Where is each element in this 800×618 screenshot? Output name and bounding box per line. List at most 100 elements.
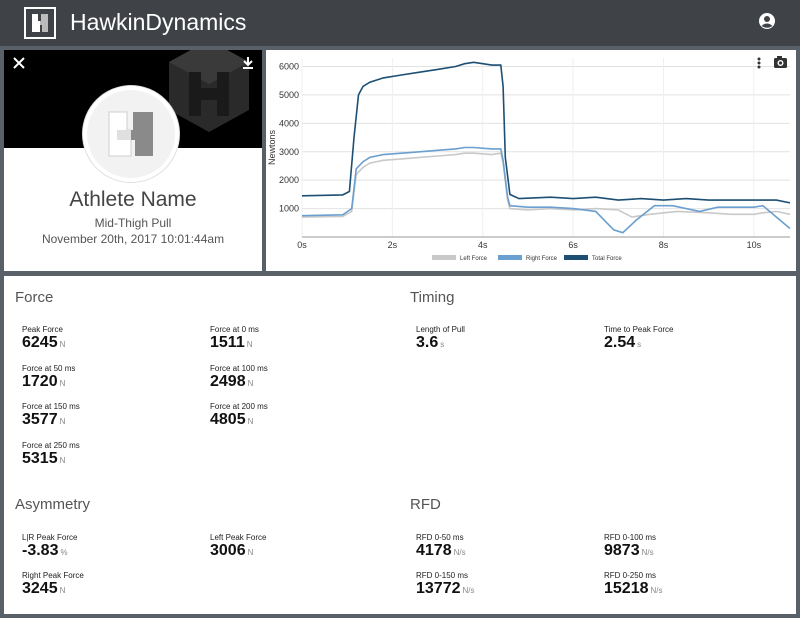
metric-label: Right Peak Force xyxy=(22,571,84,580)
metric-value: 5315 xyxy=(22,450,58,467)
y-tick-label: 4000 xyxy=(279,118,299,128)
metric-label: Force at 150 ms xyxy=(22,402,80,411)
metric-label: Force at 0 ms xyxy=(210,325,259,334)
metric-unit: N xyxy=(247,417,254,426)
metric-value: -3.83 xyxy=(22,542,59,559)
metric-unit: N/s xyxy=(462,586,475,595)
metric-label: L|R Peak Force xyxy=(22,533,78,542)
metric-rfd-0-50: RFD 0-50 ms 4178 N/s xyxy=(416,533,466,560)
y-tick-label: 2000 xyxy=(279,175,299,185)
metric-force-250ms: Force at 250 ms 5315 N xyxy=(22,441,80,468)
legend-swatch xyxy=(432,255,456,260)
metric-label: Force at 100 ms xyxy=(210,364,268,373)
metric-label: Left Peak Force xyxy=(210,533,267,542)
rfd-section-title: RFD xyxy=(410,496,441,513)
metric-length-of-pull: Length of Pull 3.6 s xyxy=(416,325,465,352)
metric-value: 9873 xyxy=(604,542,640,559)
x-tick-label: 8s xyxy=(659,240,669,250)
metric-value: 1511 xyxy=(210,334,245,351)
app-header: HawkinDynamics xyxy=(0,0,800,46)
x-tick-label: 2s xyxy=(388,240,398,250)
metric-rfd-0-150: RFD 0-150 ms 13772 N/s xyxy=(416,571,475,598)
metric-label: RFD 0-250 ms xyxy=(604,571,657,580)
x-tick-label: 4s xyxy=(478,240,488,250)
x-tick-label: 10s xyxy=(747,240,762,250)
metric-left-peak-force: Left Peak Force 3006 N xyxy=(210,533,266,560)
metric-unit: N xyxy=(59,340,66,349)
y-tick-label: 5000 xyxy=(279,90,299,100)
account-icon[interactable] xyxy=(758,12,776,30)
metric-label: Peak Force xyxy=(22,325,63,334)
series-line-right-force xyxy=(301,146,791,234)
app-title-bold: Hawkin xyxy=(70,9,146,35)
metric-unit: s xyxy=(637,340,642,349)
camera-icon[interactable] xyxy=(774,56,787,68)
athlete-card: Athlete Name Mid-Thigh Pull November 20t… xyxy=(4,50,262,271)
metric-force-50ms: Force at 50 ms 1720 N xyxy=(22,364,75,391)
metric-value: 2.54 xyxy=(604,334,636,351)
force-chart[interactable]: 1000 2000 3000 4000 5000 6000 0s 2s 4s 6s 8s 10s New… xyxy=(266,50,796,271)
metric-value: 3577 xyxy=(22,411,58,428)
metric-label: RFD 0-150 ms xyxy=(416,571,469,580)
asymmetry-section-title: Asymmetry xyxy=(15,496,90,513)
metric-label: Time to Peak Force xyxy=(604,325,674,334)
metric-time-to-peak-force: Time to Peak Force 2.54 s xyxy=(604,325,674,352)
metric-label: Length of Pull xyxy=(416,325,465,334)
metric-unit: N/s xyxy=(650,586,663,595)
metric-unit: N xyxy=(59,417,66,426)
metric-right-peak-force: Right Peak Force 3245 N xyxy=(22,571,84,598)
metric-value: 3.6 xyxy=(416,334,439,351)
legend-swatch xyxy=(498,255,522,260)
metric-unit: N/s xyxy=(453,548,466,557)
y-axis-label: Newtons xyxy=(267,129,277,165)
metric-force-150ms: Force at 150 ms 3577 N xyxy=(22,402,80,429)
metric-unit: N/s xyxy=(641,548,654,557)
close-icon[interactable] xyxy=(12,56,26,70)
y-tick-label: 6000 xyxy=(279,62,299,72)
metric-value: 6245 xyxy=(22,334,58,351)
metric-force-100ms: Force at 100 ms 2498 N xyxy=(210,364,268,391)
force-section-title: Force xyxy=(15,289,54,306)
metrics-panel: Force Peak Force 6245 N Force at 0 ms 151… xyxy=(4,276,796,614)
metric-unit: % xyxy=(60,548,68,557)
metric-value: 4178 xyxy=(416,542,452,559)
avatar-logo-icon xyxy=(83,86,179,182)
test-date: November 20th, 2017 10:01:44am xyxy=(41,232,225,246)
download-icon[interactable] xyxy=(241,56,255,70)
timing-section-title: Timing xyxy=(410,289,455,306)
legend-swatch xyxy=(564,255,588,260)
metric-peak-force: Peak Force 6245 N xyxy=(22,325,65,352)
metric-value: 15218 xyxy=(604,580,649,597)
series-line-total-force xyxy=(301,61,791,204)
legend-label: Total Force xyxy=(592,256,622,262)
metric-unit: N xyxy=(247,379,254,388)
more-options-icon[interactable] xyxy=(757,57,761,69)
metric-value: 3006 xyxy=(210,542,246,559)
metric-label: RFD 0-50 ms xyxy=(416,533,464,542)
metric-unit: N xyxy=(59,379,66,388)
metric-value: 13772 xyxy=(416,580,461,597)
metric-label: Force at 200 ms xyxy=(210,402,268,411)
metric-rfd-0-100: RFD 0-100 ms 9873 N/s xyxy=(604,533,656,560)
metric-force-0ms: Force at 0 ms 1511 N xyxy=(210,325,259,352)
hawkin-logo-icon[interactable] xyxy=(24,7,56,39)
metric-value: 2498 xyxy=(210,373,246,390)
metric-unit: N xyxy=(59,586,66,595)
metric-unit: N xyxy=(59,456,66,465)
x-tick-label: 0s xyxy=(297,240,307,250)
metric-value: 4805 xyxy=(210,411,246,428)
metric-value: 1720 xyxy=(22,373,58,390)
legend-label: Left Force xyxy=(460,256,488,262)
metric-label: RFD 0-100 ms xyxy=(604,533,657,542)
metric-unit: N xyxy=(246,340,253,349)
metric-label: Force at 50 ms xyxy=(22,364,76,373)
metric-rfd-0-250: RFD 0-250 ms 15218 N/s xyxy=(604,571,663,598)
metric-unit: s xyxy=(440,340,445,349)
avatar xyxy=(83,86,179,182)
app-title: HawkinDynamics xyxy=(70,9,246,36)
athlete-name: Athlete Name xyxy=(69,188,197,211)
metric-lr-peak-force: L|R Peak Force -3.83% xyxy=(22,533,77,560)
y-tick-label: 3000 xyxy=(279,147,299,157)
test-type: Mid-Thigh Pull xyxy=(94,216,172,230)
metric-force-200ms: Force at 200 ms 4805 N xyxy=(210,402,268,429)
